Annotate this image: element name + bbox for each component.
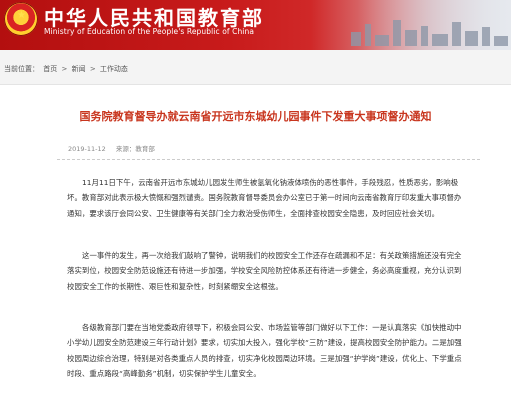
article-date: 2019-11-12	[68, 145, 106, 153]
star-icon: ★	[17, 10, 26, 21]
article-paragraph: 这一事件的发生，再一次给我们敲响了警钟，说明我们的校园安全工作还存在疏漏和不足：…	[67, 251, 462, 291]
national-emblem-icon: ★	[4, 2, 38, 36]
divider	[57, 159, 480, 160]
breadcrumb-separator: >	[61, 65, 68, 73]
article-paragraph: 各级教育部门要在当地党委政府领导下，积极会同公安、市场监管等部门做好以下工作：一…	[67, 323, 462, 379]
breadcrumb-item-news[interactable]: 新闻	[72, 65, 86, 73]
breadcrumb-prefix: 当前位置：	[4, 65, 39, 73]
breadcrumb-item-work-updates[interactable]: 工作动态	[100, 65, 128, 73]
header-skyline-image	[311, 0, 511, 50]
article-title: 国务院教育督导办就云南省开远市东城幼儿园事件下发重大事项督办通知	[79, 110, 432, 123]
article-meta: 2019-11-12 来源：教育部	[68, 143, 155, 153]
article-source: 来源：教育部	[115, 145, 155, 153]
breadcrumb: 当前位置： 首页 > 新闻 > 工作动态	[4, 64, 130, 74]
site-subtitle: Ministry of Education of the People's Re…	[44, 27, 255, 36]
breadcrumb-item-home[interactable]: 首页	[43, 65, 57, 73]
article-paragraph: 11月11日下午，云南省开远市东城幼儿园发生师生被氢氧化钠液体喷伤的恶性事件，手…	[67, 178, 462, 218]
site-header: ★ 中华人民共和国教育部 Ministry of Education of th…	[0, 0, 511, 50]
breadcrumb-separator: >	[89, 65, 96, 73]
